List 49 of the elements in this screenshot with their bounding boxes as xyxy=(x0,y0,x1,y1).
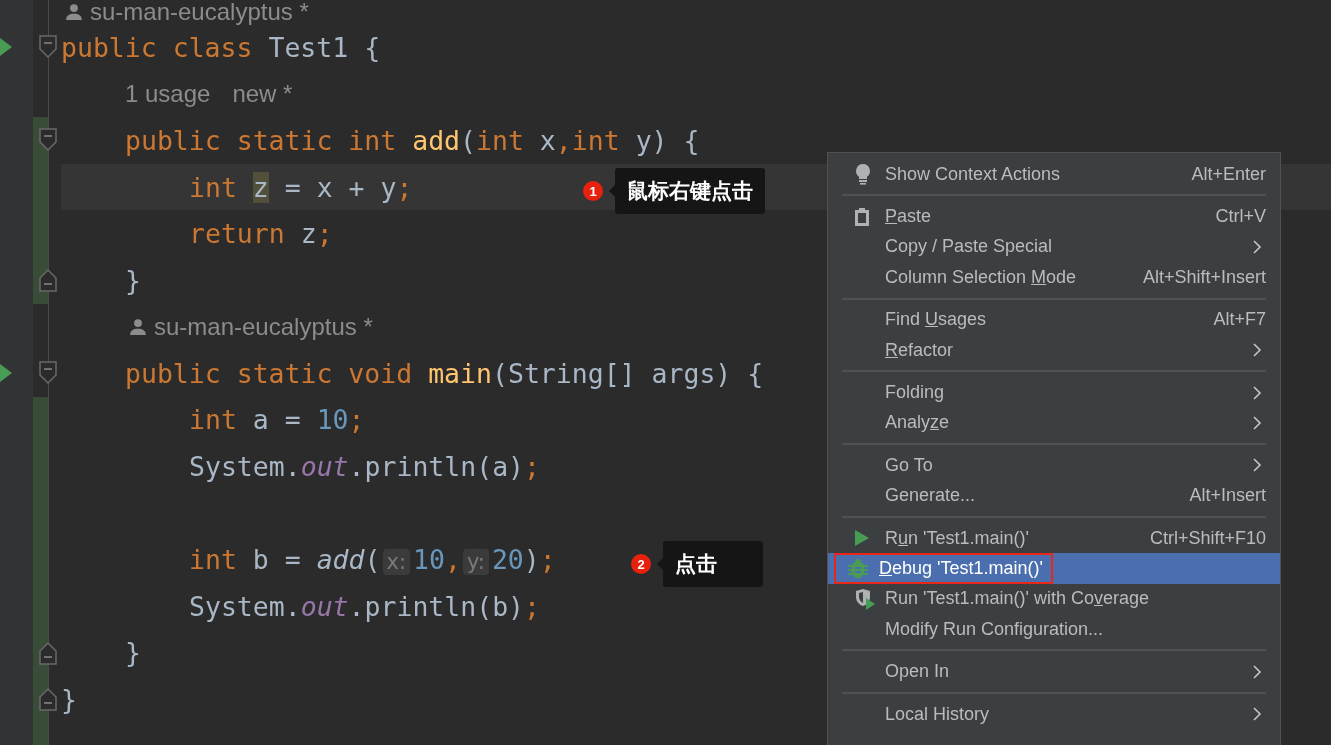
fold-icon[interactable] xyxy=(39,128,57,153)
shield-run-icon xyxy=(854,587,876,610)
code-line: public static void main(String[] args) { xyxy=(125,356,764,390)
code-line: public class Test1 { xyxy=(61,30,381,64)
run-icon[interactable] xyxy=(0,364,12,383)
code-line: System.out.println(b); xyxy=(189,589,541,623)
code-line: } xyxy=(125,263,141,297)
menu-item[interactable]: Run 'Test1.main()' Ctrl+Shift+F10 xyxy=(828,522,1280,554)
person-icon xyxy=(129,317,147,336)
code-line: int b = add( x: 10, y: 20); xyxy=(189,543,556,577)
menu-item[interactable]: Local History xyxy=(828,698,1280,730)
menu-item[interactable]: Paste Ctrl+V xyxy=(828,201,1280,232)
callout-pointer xyxy=(609,185,615,197)
menu-item[interactable]: Find Usages Alt+F7 xyxy=(828,304,1280,335)
run-icon xyxy=(854,529,870,548)
code-line: System.out.println(a); xyxy=(189,450,541,484)
menu-item[interactable]: Open In xyxy=(828,656,1280,687)
callout-label: 鼠标右键点击 xyxy=(615,168,765,214)
menu-item[interactable]: Debug 'Test1.main()' xyxy=(828,553,1280,584)
code-line: } xyxy=(61,683,77,717)
lightbulb-icon xyxy=(854,163,872,186)
menu-item[interactable]: Column Selection Mode Alt+Shift+Insert xyxy=(828,262,1280,293)
callout-label: 点击 xyxy=(663,541,763,587)
code-line: public static int add(int x,int y) { xyxy=(125,123,700,158)
menu-item[interactable]: Generate... Alt+Insert xyxy=(828,480,1280,511)
menu-item[interactable]: Folding xyxy=(828,377,1280,408)
fold-icon[interactable] xyxy=(39,687,57,712)
menu-item[interactable]: Copy / Paste Special xyxy=(828,231,1280,263)
code-lens-link[interactable]: new * xyxy=(232,81,293,107)
menu-item[interactable]: Go To xyxy=(828,450,1280,481)
code-line: } xyxy=(125,636,141,670)
step-badge: 2 xyxy=(631,554,651,574)
author-label[interactable]: su-man-eucalyptus * xyxy=(154,314,373,340)
code-lens-link[interactable]: 1 usage xyxy=(125,81,211,107)
run-icon[interactable] xyxy=(0,38,12,57)
menu-item[interactable]: Modify Run Configuration... xyxy=(828,614,1280,645)
fold-icon[interactable] xyxy=(39,35,57,59)
menu-item[interactable]: Show Context Actions Alt+Enter xyxy=(828,159,1280,190)
clipboard-icon xyxy=(854,206,870,227)
menu-item[interactable]: Analyze xyxy=(828,407,1280,439)
code-line: int a = 10; xyxy=(189,403,365,437)
code-line: int z = x + y; xyxy=(189,170,413,204)
menu-item[interactable]: Run 'Test1.main()' with Coverage xyxy=(828,583,1280,615)
person-icon xyxy=(65,3,83,21)
code-line: return z; xyxy=(189,217,333,251)
author-label[interactable]: su-man-eucalyptus * xyxy=(90,0,309,25)
menu-item[interactable]: Refactor xyxy=(828,334,1280,366)
bug-icon xyxy=(848,558,868,579)
fold-icon[interactable] xyxy=(39,361,57,386)
